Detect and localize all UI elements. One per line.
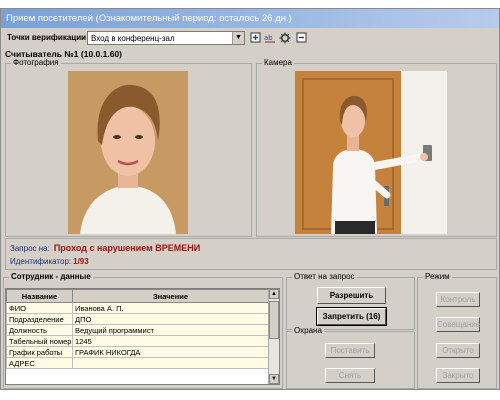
camera-image: [295, 71, 447, 234]
table-cell-value: Иванова А. П.: [72, 302, 269, 314]
rename-icon[interactable]: ab: [264, 32, 276, 44]
svg-text:ab: ab: [264, 34, 273, 42]
mode-meeting-button[interactable]: Совещание: [436, 317, 480, 332]
table-row[interactable]: График работы ГРАФИК НИКОГДА: [6, 346, 269, 358]
verification-point-select[interactable]: Вход в конференц-зал ▼: [87, 31, 245, 45]
verification-points-label: Точки верификации :: [7, 33, 91, 42]
app-window: Прием посетителей (Ознакомительный перио…: [0, 8, 500, 390]
table-row[interactable]: АДРЕС: [6, 357, 269, 369]
table-row[interactable]: Табельный номер 1245: [6, 335, 269, 347]
table-cell-name: АДРЕС: [6, 357, 73, 369]
deny-button[interactable]: Запретить (16): [316, 307, 387, 326]
table-cell-value: Ведущий программист: [72, 324, 269, 336]
table-cell-name: График работы: [6, 346, 73, 358]
column-header-name[interactable]: Название: [6, 289, 73, 303]
table-cell-value: ГРАФИК НИКОГДА: [72, 346, 269, 358]
request-line: Запрос на: Проход с нарушением ВРЕМЕНИ: [10, 243, 200, 253]
add-icon[interactable]: [249, 32, 261, 44]
mode-control-button[interactable]: Контроль: [436, 292, 480, 307]
employee-group-label: Сотрудник - данные: [9, 272, 93, 281]
table-scrollbar[interactable]: ▲ ▼: [268, 289, 279, 384]
mode-open-button[interactable]: Открыто: [436, 343, 480, 358]
answer-group-label: Ответ на запрос: [292, 272, 357, 281]
guard-group: Охрана Поставить Снять: [286, 326, 415, 389]
table-cell-name: Должность: [6, 324, 73, 336]
verification-point-value: Вход в конференц-зал: [91, 34, 175, 43]
table-header-row: Название Значение: [6, 289, 269, 303]
employee-table: Название Значение ФИО Иванова А. П. Подра…: [6, 289, 269, 369]
request-panel: Запрос на: Проход с нарушением ВРЕМЕНИ Ид…: [5, 238, 497, 270]
identifier-line: Идентификатор: 1/93: [10, 257, 89, 266]
employee-table-wrap: Название Значение ФИО Иванова А. П. Подра…: [5, 288, 280, 385]
allow-button[interactable]: Разрешить: [317, 287, 386, 304]
table-cell-value: ДПО: [72, 313, 269, 325]
scroll-down-icon[interactable]: ▼: [269, 374, 279, 384]
photo-group: Фотография: [5, 58, 252, 237]
identifier-value: 1/93: [73, 257, 89, 266]
chevron-down-icon[interactable]: ▼: [232, 32, 244, 44]
disarm-button[interactable]: Снять: [325, 368, 375, 383]
employee-photo: [68, 71, 188, 234]
photo-group-label: Фотография: [11, 58, 61, 67]
table-cell-name: ФИО: [6, 302, 73, 314]
camera-group-label: Камера: [262, 58, 294, 67]
table-cell-name: Подразделение: [6, 313, 73, 325]
camera-group: Камера: [256, 58, 497, 237]
mode-group-label: Режим: [423, 272, 452, 281]
column-header-value[interactable]: Значение: [72, 289, 269, 303]
request-label: Запрос на:: [10, 244, 50, 253]
identifier-label: Идентификатор:: [10, 257, 72, 266]
guard-group-label: Охрана: [292, 326, 324, 335]
settings-icon[interactable]: [279, 32, 291, 44]
request-text: Проход с нарушением ВРЕМЕНИ: [53, 243, 201, 253]
mode-closed-button[interactable]: Закрыто: [436, 368, 480, 383]
table-row[interactable]: Должность Ведущий программист: [6, 324, 269, 336]
delete-icon[interactable]: [295, 32, 307, 44]
table-cell-value: 1245: [72, 335, 269, 347]
table-row[interactable]: Подразделение ДПО: [6, 313, 269, 325]
scroll-thumb[interactable]: [269, 301, 279, 339]
answer-group: Ответ на запрос Разрешить Запретить (16): [286, 272, 415, 330]
scroll-up-icon[interactable]: ▲: [269, 289, 279, 299]
table-cell-value: [72, 357, 269, 369]
arm-button[interactable]: Поставить: [325, 343, 375, 358]
table-row[interactable]: ФИО Иванова А. П.: [6, 302, 269, 314]
window-title: Прием посетителей (Ознакомительный перио…: [1, 9, 499, 28]
mode-group: Режим Контроль Совещание Открыто Закрыто: [417, 272, 497, 389]
toolbar: Точки верификации : Вход в конференц-зал…: [1, 28, 499, 48]
table-cell-name: Табельный номер: [6, 335, 73, 347]
